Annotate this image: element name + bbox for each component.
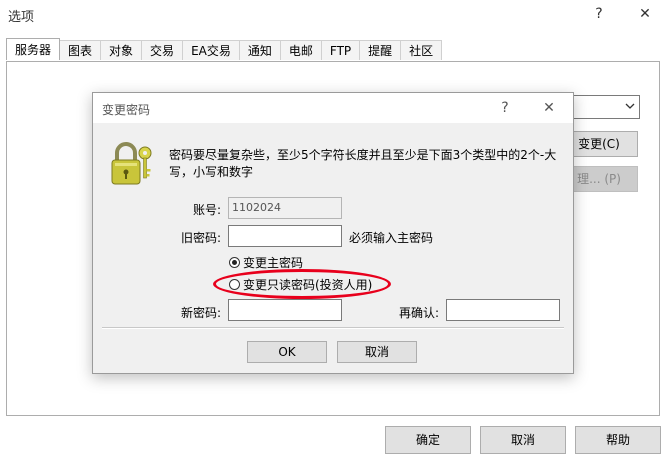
ok-button[interactable]: 确定	[385, 426, 471, 454]
old-password-input[interactable]	[228, 225, 342, 247]
help-button[interactable]: 帮助	[575, 426, 661, 454]
tab-server[interactable]: 服务器	[6, 38, 61, 60]
password-requirements-text: 密码要尽量复杂些，至少5个字符长度并且至少是下面3个类型中的2个-大写，小写和数…	[169, 148, 557, 179]
tab-bar: 服务器 图表 对象 交易 EA交易 通知 电邮 FTP 提醒 社区	[6, 38, 443, 61]
tab-ftp[interactable]: FTP	[320, 40, 361, 60]
dialog-divider	[102, 327, 564, 329]
lock-keys-icon	[109, 139, 155, 187]
dialog-close-button[interactable]: ✕	[537, 97, 561, 119]
window-close-button[interactable]: ✕	[632, 3, 658, 25]
dialog-ok-button[interactable]: OK	[247, 341, 327, 363]
red-highlight-ellipse	[213, 269, 391, 299]
account-label: 账号:	[192, 203, 221, 217]
tab-charts[interactable]: 图表	[59, 40, 102, 60]
account-field: 1102024	[228, 197, 342, 219]
window-help-button[interactable]: ?	[586, 3, 612, 25]
tab-alerts[interactable]: 提醒	[359, 40, 402, 60]
confirm-password-input[interactable]	[446, 299, 560, 321]
tab-trade[interactable]: 交易	[141, 40, 184, 60]
new-password-label: 新密码:	[180, 306, 221, 320]
confirm-password-label: 再确认:	[398, 306, 439, 320]
dialog-title: 变更密码	[102, 103, 151, 117]
new-password-input[interactable]	[228, 299, 342, 321]
tab-expert-advisors[interactable]: EA交易	[182, 40, 240, 60]
dialog-cancel-button[interactable]: 取消	[337, 341, 417, 363]
cancel-button[interactable]: 取消	[480, 426, 566, 454]
chevron-down-icon	[625, 99, 635, 116]
change-password-dialog: 变更密码 ? ✕ 密码要尽量复杂些，至少5个字符长度并且至少是下面3个类型中的2…	[92, 92, 574, 374]
tab-email[interactable]: 电邮	[279, 40, 322, 60]
window-title: 选项	[8, 10, 35, 25]
dialog-help-button[interactable]: ?	[493, 97, 517, 119]
tab-objects[interactable]: 对象	[100, 40, 143, 60]
old-password-note: 必须输入主密码	[349, 231, 434, 245]
old-password-label: 旧密码:	[180, 231, 221, 245]
tab-notifications[interactable]: 通知	[238, 40, 281, 60]
radio-checked-icon	[229, 257, 240, 268]
tab-community[interactable]: 社区	[400, 40, 443, 60]
